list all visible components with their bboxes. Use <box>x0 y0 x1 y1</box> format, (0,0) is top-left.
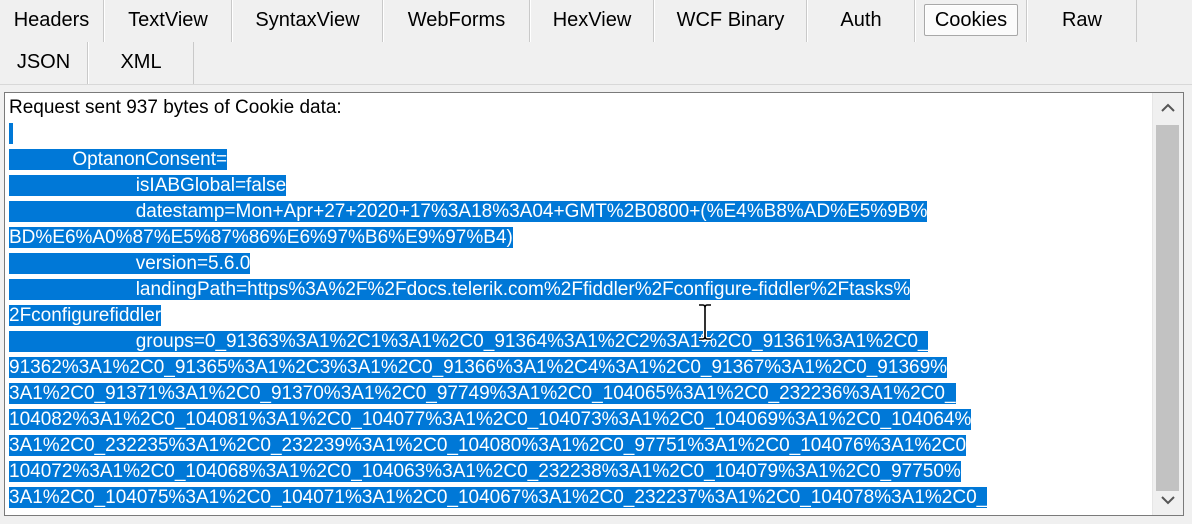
cookie-text-line: version=5.6.0 <box>9 251 1153 277</box>
selected-text: version=5.6.0 <box>9 253 251 274</box>
tab-headers[interactable]: Headers <box>0 0 104 42</box>
cookie-text-line: OptanonConsent= <box>9 147 1153 173</box>
selected-text <box>9 123 13 144</box>
selected-text: isIABGlobal=false <box>9 175 287 196</box>
selected-text: landingPath=https%3A%2F%2Fdocs.telerik.c… <box>9 279 911 300</box>
tab-xml[interactable]: XML <box>88 42 194 84</box>
selected-text: OptanonConsent= <box>9 149 228 170</box>
cookie-text-line: 3A1%2C0_91371%3A1%2C0_91370%3A1%2C0_9774… <box>9 381 1153 407</box>
cookie-text-line: 91362%3A1%2C0_91365%3A1%2C3%3A1%2C0_9136… <box>9 355 1153 381</box>
cookie-text-line: 3A1%2C0_104075%3A1%2C0_104071%3A1%2C0_10… <box>9 485 1153 511</box>
tab-cookies[interactable]: Cookies <box>915 0 1027 42</box>
selected-text: 2Fconfigurefiddler <box>9 305 162 326</box>
tab-json[interactable]: JSON <box>0 42 88 84</box>
tab-auth[interactable]: Auth <box>807 0 915 42</box>
selected-text: datestamp=Mon+Apr+27+2020+17%3A18%3A04+G… <box>9 201 928 222</box>
vertical-scrollbar[interactable] <box>1152 93 1183 515</box>
tab-raw[interactable]: Raw <box>1027 0 1137 42</box>
selected-text: 3A1%2C0_104075%3A1%2C0_104071%3A1%2C0_10… <box>9 487 988 508</box>
cookie-text-line: BD%E6%A0%87%E5%87%86%E6%97%B6%E9%97%B4) <box>9 225 1153 251</box>
cookie-text-line: datestamp=Mon+Apr+27+2020+17%3A18%3A04+G… <box>9 199 1153 225</box>
scrollbar-thumb[interactable] <box>1156 125 1179 491</box>
tab-textview[interactable]: TextView <box>104 0 232 42</box>
cookie-text-line <box>9 121 1153 147</box>
cookie-text-line: isIABGlobal=false <box>9 173 1153 199</box>
tab-cookies-label: Cookies <box>923 4 1019 36</box>
tab-hexview[interactable]: HexView <box>530 0 654 42</box>
cookie-summary-line: Request sent 937 bytes of Cookie data: <box>9 97 342 118</box>
selected-text: 104072%3A1%2C0_104068%3A1%2C0_104063%3A1… <box>9 461 961 482</box>
selected-text: 3A1%2C0_232235%3A1%2C0_232239%3A1%2C0_10… <box>9 435 967 456</box>
tab-wcf-binary[interactable]: WCF Binary <box>654 0 807 42</box>
cookie-text-content[interactable]: Request sent 937 bytes of Cookie data: O… <box>5 93 1153 515</box>
cookie-text-line: 2Fconfigurefiddler <box>9 303 1153 329</box>
cookie-text-line: 3A1%2C0_232235%3A1%2C0_232239%3A1%2C0_10… <box>9 433 1153 459</box>
cookie-text-line: 104072%3A1%2C0_104068%3A1%2C0_104063%3A1… <box>9 459 1153 485</box>
selected-text: 91362%3A1%2C0_91365%3A1%2C3%3A1%2C0_9136… <box>9 357 948 378</box>
tab-row-1: Headers TextView SyntaxView WebForms HexView… <box>0 0 1137 42</box>
cookie-text-line: groups=0_91363%3A1%2C1%3A1%2C0_91364%3A1… <box>9 329 1153 355</box>
chevron-up-icon <box>1161 103 1175 112</box>
scroll-up-button[interactable] <box>1153 93 1183 123</box>
tabstrip-divider <box>0 84 1192 85</box>
selected-text: groups=0_91363%3A1%2C1%3A1%2C0_91364%3A1… <box>9 331 929 352</box>
selected-text: 104082%3A1%2C0_104081%3A1%2C0_104077%3A1… <box>9 409 972 430</box>
scroll-down-button[interactable] <box>1153 485 1183 515</box>
selected-text: BD%E6%A0%87%E5%87%86%E6%97%B6%E9%97%B4) <box>9 227 513 248</box>
tab-row-2: JSON XML <box>0 42 194 84</box>
cookie-text-line: 104082%3A1%2C0_104081%3A1%2C0_104077%3A1… <box>9 407 1153 433</box>
cookie-text-line: landingPath=https%3A%2F%2Fdocs.telerik.c… <box>9 277 1153 303</box>
cookies-text-panel[interactable]: Request sent 937 bytes of Cookie data: O… <box>4 92 1184 516</box>
chevron-down-icon <box>1161 496 1175 505</box>
tab-syntaxview[interactable]: SyntaxView <box>232 0 383 42</box>
selected-text: 3A1%2C0_91371%3A1%2C0_91370%3A1%2C0_9774… <box>9 383 956 404</box>
tab-webforms[interactable]: WebForms <box>383 0 530 42</box>
